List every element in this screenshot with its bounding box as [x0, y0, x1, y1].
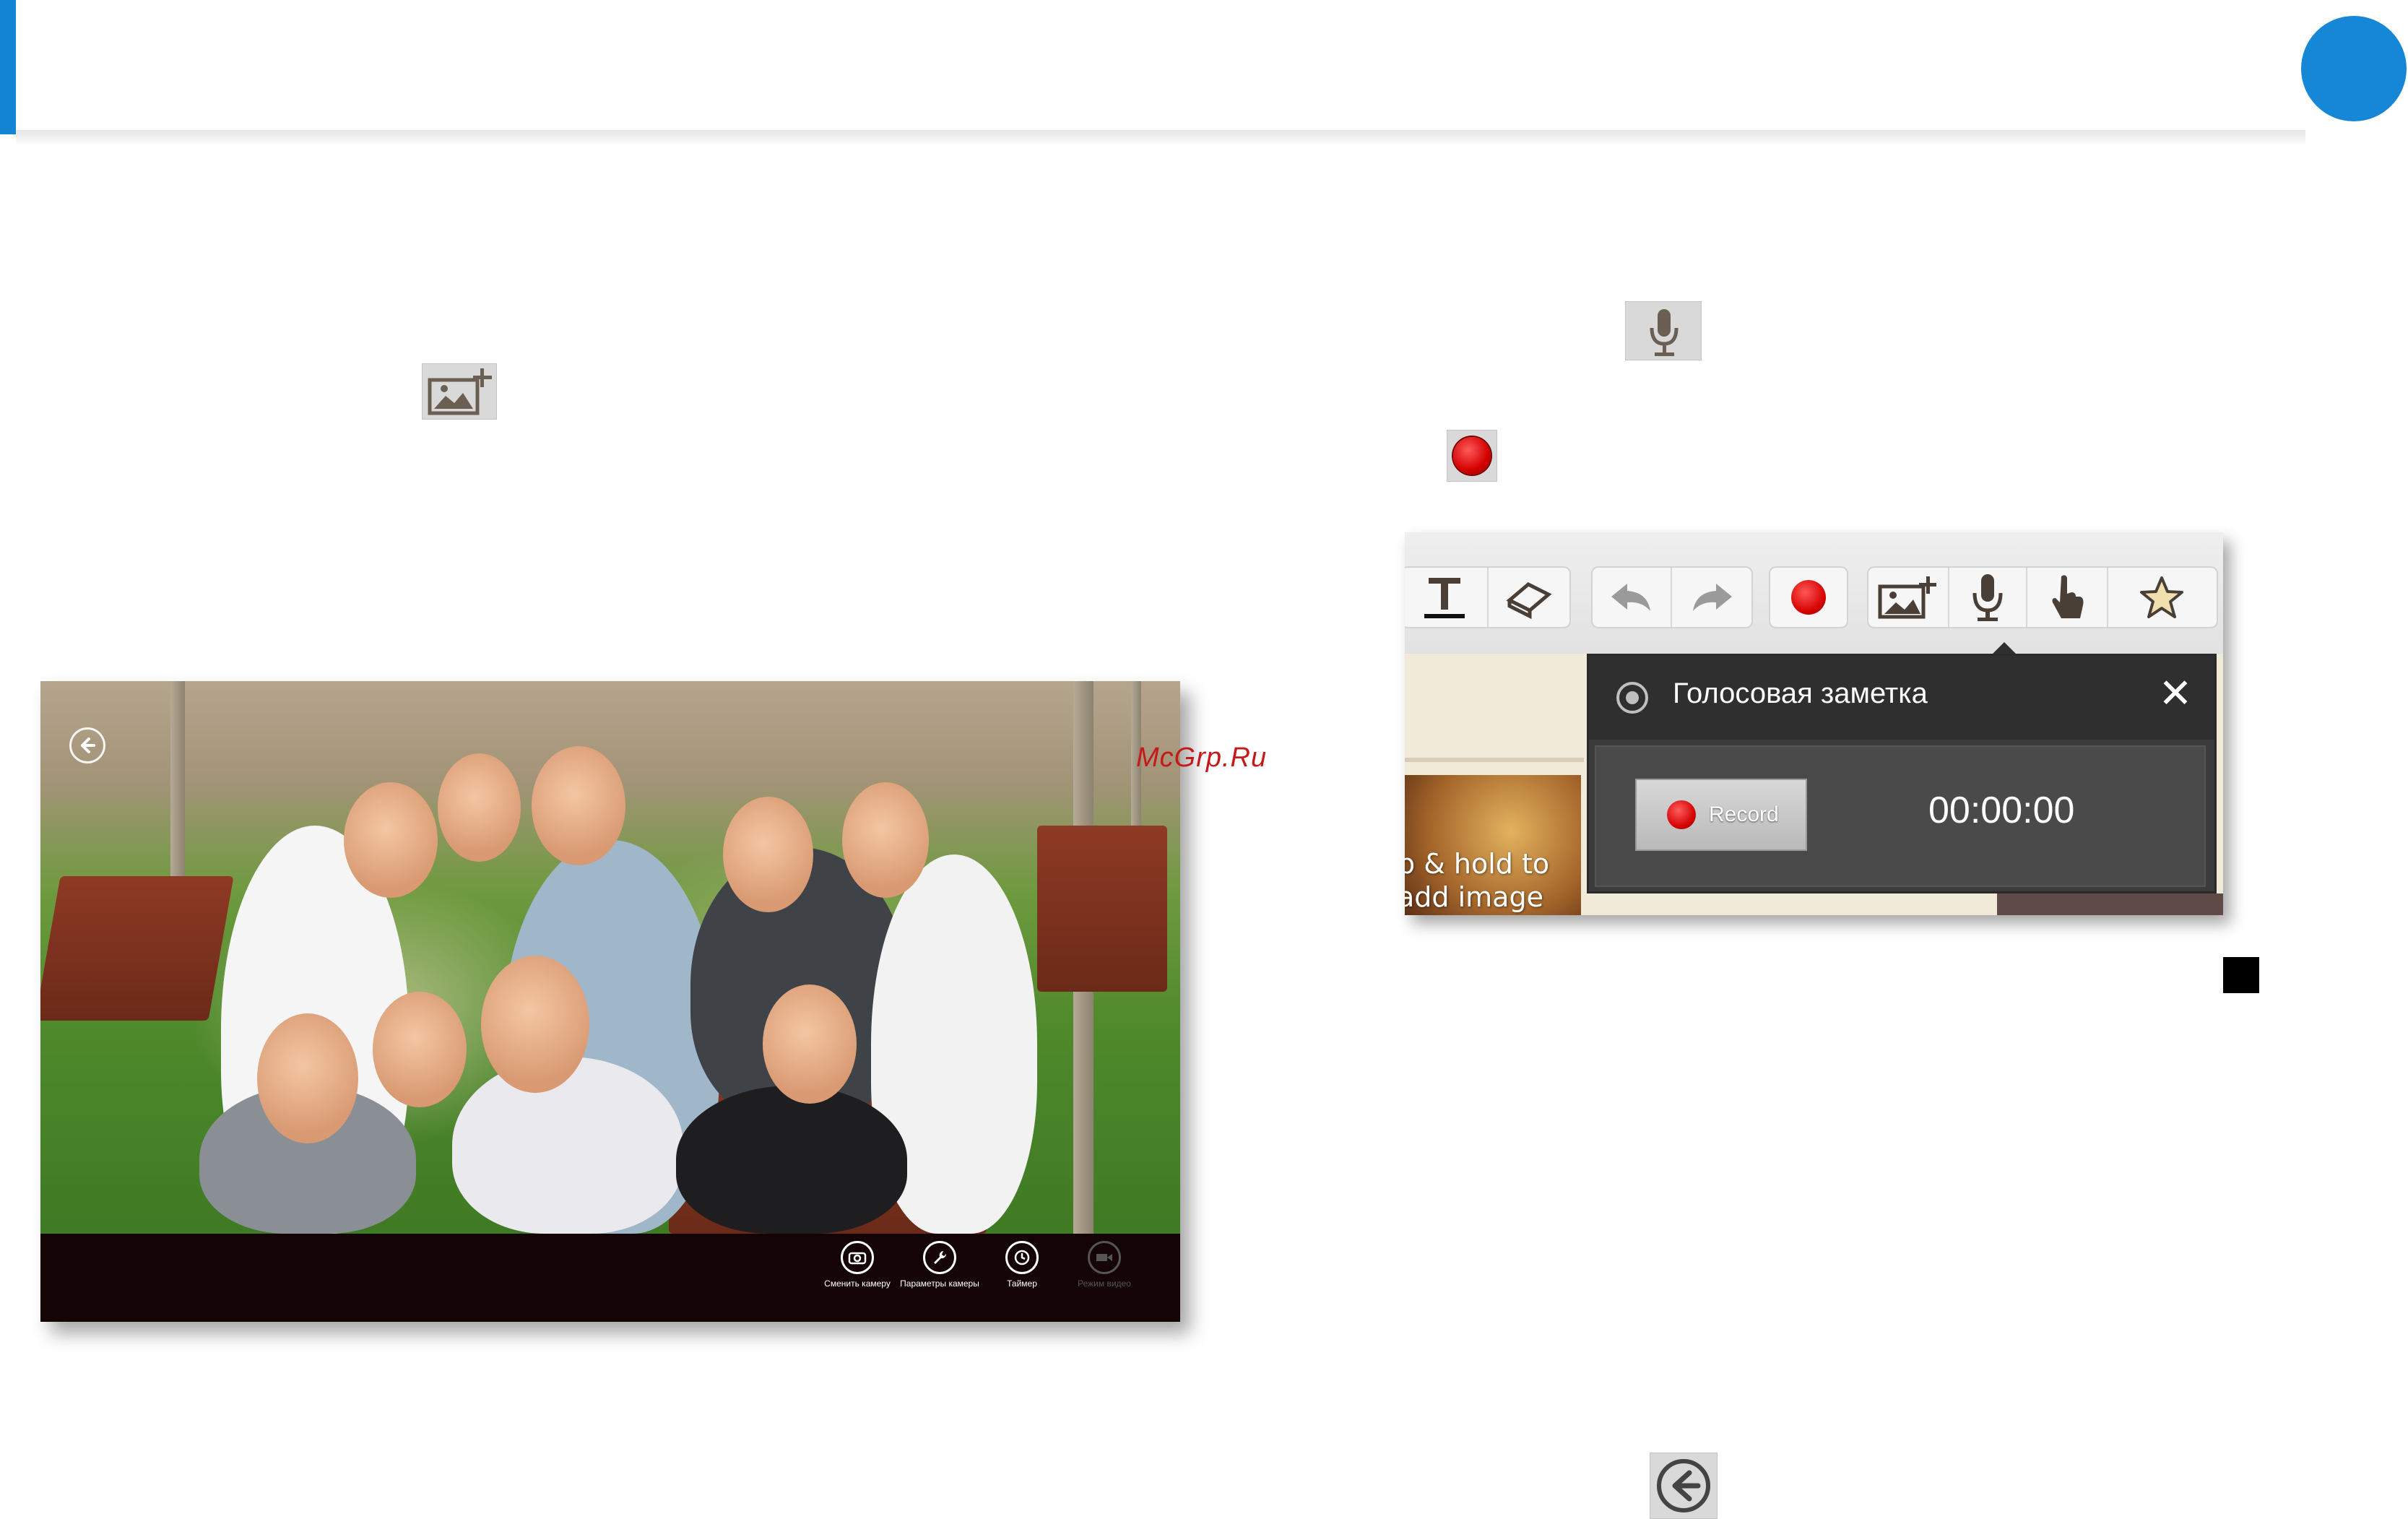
record-start-button[interactable]: Record — [1635, 779, 1807, 851]
voice-memo-title: Голосовая заметка — [1673, 678, 1928, 709]
person-head — [438, 753, 521, 862]
person — [676, 1086, 907, 1234]
recording-timer: 00:00:00 — [1928, 789, 2075, 831]
camera-preview-photo — [40, 681, 1180, 1234]
voice-memo-status-icon — [1616, 682, 1648, 714]
image-placeholder-text: p & hold to add image — [1405, 847, 1549, 914]
page-badge — [2301, 16, 2407, 121]
toolbar-group-history — [1591, 566, 1753, 628]
toolbar-group-record — [1769, 566, 1848, 628]
bench — [40, 876, 234, 1021]
page-edge — [1997, 893, 2223, 915]
record-icon — [1667, 800, 1696, 829]
person-head — [373, 992, 467, 1107]
page-edge-bar — [0, 0, 16, 134]
video-mode-button[interactable]: Режим видео — [1065, 1241, 1144, 1289]
add-image-button[interactable] — [1868, 568, 1949, 627]
video-mode-label: Режим видео — [1078, 1278, 1131, 1289]
record-icon — [1447, 430, 1497, 482]
microphone-icon — [1625, 301, 1702, 360]
voice-memo-popup: Голосовая заметка ✕ Record 00:00:00 — [1587, 654, 2217, 893]
image-placeholder-line: p & hold to — [1405, 848, 1550, 880]
back-arrow-icon — [1650, 1453, 1718, 1519]
section-end-marker — [2223, 957, 2259, 993]
camera-options-label: Параметры камеры — [900, 1278, 979, 1289]
switch-camera-icon — [848, 1252, 867, 1265]
redo-icon — [1693, 584, 1732, 611]
close-icon[interactable]: ✕ — [2154, 672, 2197, 715]
eraser-icon — [1506, 582, 1552, 619]
person-head — [763, 984, 857, 1104]
undo-icon — [1611, 584, 1650, 611]
hand-pointer-icon — [2052, 575, 2084, 618]
voice-memo-body: Record 00:00:00 — [1595, 745, 2206, 887]
person-head — [723, 797, 813, 912]
camera-app-screenshot: Сменить камеру Параметры камеры Таймер Р… — [40, 681, 1180, 1322]
notes-app-screenshot: p & hold to add image Голосовая заметка … — [1405, 532, 2223, 915]
person-head — [481, 956, 589, 1093]
record-icon — [1791, 580, 1826, 615]
timer-button[interactable]: Таймер — [982, 1241, 1062, 1289]
person-head — [532, 746, 625, 865]
bench — [1037, 826, 1167, 992]
record-button[interactable] — [1770, 568, 1847, 627]
toolbar-group-text — [1405, 566, 1571, 628]
watermark: McGrp.Ru — [1136, 743, 1268, 773]
timer-icon — [1014, 1250, 1030, 1265]
notes-toolbar — [1405, 532, 2223, 654]
redo-button[interactable] — [1672, 568, 1751, 627]
microphone-button[interactable] — [1949, 568, 2027, 627]
camera-app-bar: Сменить камеру Параметры камеры Таймер Р… — [40, 1234, 1180, 1322]
wrench-icon — [934, 1251, 947, 1264]
add-image-icon — [1878, 576, 1936, 619]
text-tool-button[interactable] — [1405, 568, 1489, 627]
switch-camera-label: Сменить камеру — [824, 1278, 891, 1289]
person-head — [344, 782, 438, 898]
header-divider — [16, 130, 2305, 146]
camera-options-button[interactable]: Параметры камеры — [900, 1241, 979, 1289]
hand-tool-button[interactable] — [2027, 568, 2108, 627]
switch-camera-button[interactable]: Сменить камеру — [818, 1241, 897, 1289]
text-tool-icon — [1424, 578, 1465, 618]
star-icon — [2140, 576, 2183, 618]
timer-label: Таймер — [1007, 1278, 1037, 1289]
undo-button[interactable] — [1593, 568, 1672, 627]
page-divider — [1405, 758, 1584, 762]
toolbar-group-insert — [1867, 566, 2218, 628]
camera-back-button[interactable] — [69, 727, 105, 763]
person-head — [842, 782, 929, 898]
person — [452, 1057, 683, 1234]
record-label: Record — [1709, 802, 1779, 826]
voice-memo-header: Голосовая заметка ✕ — [1589, 656, 2214, 740]
image-placeholder-line: add image — [1405, 881, 1543, 913]
add-image-icon — [422, 363, 497, 420]
microphone-icon — [1972, 574, 2003, 621]
favorite-button[interactable] — [2108, 568, 2215, 627]
eraser-button[interactable] — [1489, 568, 1569, 627]
video-camera-icon — [1096, 1254, 1112, 1261]
person-head — [257, 1013, 358, 1143]
